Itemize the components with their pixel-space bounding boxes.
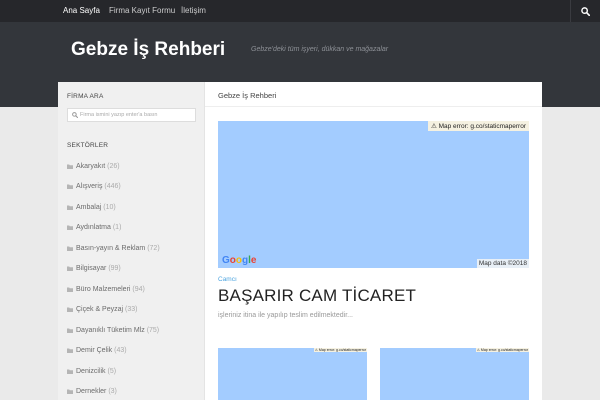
sector-item[interactable]: Dayanıklı Tüketim Mlz (75) bbox=[67, 320, 202, 341]
sector-item[interactable]: Aydınlatma (1) bbox=[67, 218, 202, 239]
post-category-link[interactable]: Camcı bbox=[218, 276, 237, 283]
sector-count: (3) bbox=[108, 388, 117, 396]
map-data-credit: Map data ©2018 bbox=[476, 259, 529, 268]
sidebar: FİRMA ARA SEKTÖRLER Akaryakıt (26) Alışv… bbox=[58, 82, 205, 400]
sector-label: Dernekler bbox=[76, 388, 107, 396]
firm-search-input[interactable] bbox=[80, 109, 194, 121]
sector-count: (72) bbox=[147, 244, 160, 252]
sector-item[interactable]: Çiçek & Peyzaj (33) bbox=[67, 300, 202, 321]
site-title[interactable]: Gebze İş Rehberi bbox=[71, 39, 225, 61]
sector-item[interactable]: Akaryakıt (26) bbox=[67, 156, 202, 177]
sector-label: Basın-yayın & Reklam bbox=[76, 244, 146, 252]
map-image[interactable]: ⚠ Map error: g.co/staticmaperror bbox=[218, 348, 367, 400]
search-icon bbox=[581, 6, 590, 16]
map-image[interactable]: ⚠ Map error: g.co/staticmaperror bbox=[380, 348, 529, 400]
folder-icon bbox=[67, 205, 73, 210]
search-toggle-button[interactable] bbox=[570, 0, 600, 22]
folder-icon bbox=[67, 307, 73, 313]
firm-search-heading: FİRMA ARA bbox=[67, 93, 104, 100]
sector-label: Bilgisayar bbox=[76, 265, 107, 273]
sector-item[interactable]: Ambalaj (10) bbox=[67, 197, 202, 218]
folder-icon bbox=[67, 225, 73, 231]
site-description: Gebze'deki tüm işyeri, dükkan ve mağazal… bbox=[251, 46, 389, 53]
nav-item-registration-form[interactable]: Firma Kayıt Formu bbox=[109, 0, 175, 22]
sector-count: (5) bbox=[107, 367, 117, 375]
sector-item[interactable]: Demir Çelik (43) bbox=[67, 341, 202, 362]
folder-icon bbox=[67, 287, 73, 292]
map-image[interactable]: ⚠ Map error: g.co/staticmaperror Google … bbox=[218, 121, 529, 268]
folder-icon bbox=[67, 328, 73, 333]
sector-label: Çiçek & Peyzaj bbox=[76, 306, 124, 314]
sector-count: (33) bbox=[125, 306, 138, 314]
sector-count: (26) bbox=[107, 162, 120, 170]
sector-label: Denizcilik bbox=[76, 367, 106, 375]
sector-count: (43) bbox=[114, 347, 127, 355]
map-error-notice: ⚠ Map error: g.co/staticmaperror bbox=[313, 348, 367, 352]
sector-item[interactable]: Dernekler (3) bbox=[67, 382, 202, 400]
firm-search-box bbox=[67, 108, 196, 122]
post-excerpt: işleriniz itina ile yapılıp teslim edilm… bbox=[218, 312, 353, 319]
nav-item-contact[interactable]: İletişim bbox=[181, 0, 206, 22]
sector-item[interactable]: Basın-yayın & Reklam (72) bbox=[67, 238, 202, 259]
folder-icon bbox=[67, 369, 73, 374]
nav-item-home[interactable]: Ana Sayfa bbox=[63, 0, 100, 22]
sector-label: Akaryakıt bbox=[76, 162, 106, 170]
folder-icon bbox=[67, 184, 73, 190]
sector-item[interactable]: Alışveriş (446) bbox=[67, 177, 202, 198]
sector-count: (10) bbox=[103, 203, 116, 211]
folder-icon bbox=[67, 246, 73, 251]
folder-icon bbox=[67, 266, 73, 272]
sector-label: Büro Malzemeleri bbox=[76, 285, 131, 293]
sector-label: Ambalaj bbox=[76, 203, 102, 211]
page-title: Gebze İş Rehberi bbox=[218, 91, 277, 100]
google-logo: Google bbox=[222, 255, 257, 266]
sector-count: (99) bbox=[108, 265, 121, 273]
sector-list: Akaryakıt (26) Alışveriş (446) Ambalaj (… bbox=[67, 156, 202, 400]
sector-count: (1) bbox=[112, 224, 122, 232]
sector-count: (75) bbox=[146, 326, 160, 334]
sectors-heading: SEKTÖRLER bbox=[67, 142, 109, 149]
sector-item[interactable]: Denizcilik (5) bbox=[67, 361, 202, 382]
folder-icon bbox=[67, 389, 73, 395]
sector-count: (94) bbox=[132, 285, 145, 293]
folder-icon bbox=[67, 164, 73, 169]
sector-count: (446) bbox=[104, 183, 121, 191]
map-error-notice: ⚠ Map error: g.co/staticmaperror bbox=[475, 348, 529, 352]
map-error-notice: ⚠ Map error: g.co/staticmaperror bbox=[427, 121, 529, 131]
content-heading-bar: Gebze İş Rehberi bbox=[205, 82, 542, 107]
sector-label: Dayanıklı Tüketim Mlz bbox=[76, 326, 145, 334]
top-navigation: Ana Sayfa Firma Kayıt Formu İletişim bbox=[0, 0, 600, 22]
search-icon bbox=[72, 112, 78, 118]
sector-label: Demir Çelik bbox=[76, 347, 113, 355]
sector-label: Aydınlatma bbox=[76, 224, 111, 232]
folder-icon bbox=[67, 348, 73, 354]
sector-item[interactable]: Bilgisayar (99) bbox=[67, 259, 202, 280]
sector-label: Alışveriş bbox=[76, 183, 103, 191]
sector-item[interactable]: Büro Malzemeleri (94) bbox=[67, 279, 202, 300]
post-title[interactable]: BAŞARIR CAM TİCARET bbox=[218, 286, 416, 306]
